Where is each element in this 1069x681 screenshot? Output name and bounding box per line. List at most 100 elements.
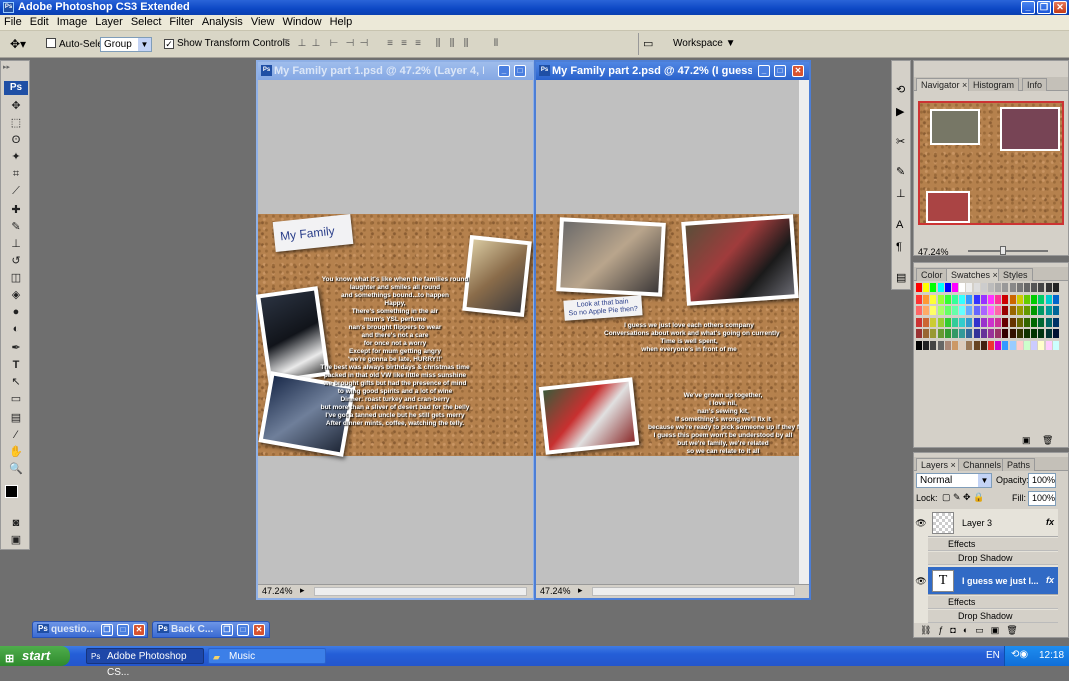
color-swatch[interactable]: [923, 329, 930, 338]
color-swatch[interactable]: [1009, 340, 1016, 350]
align-bottom-icon[interactable]: ⊥: [310, 38, 322, 50]
layer-comps-icon[interactable]: ▤: [896, 271, 906, 284]
color-swatch[interactable]: [937, 317, 944, 327]
brush-tool-icon[interactable]: ✎: [8, 220, 24, 234]
color-swatch[interactable]: [1024, 306, 1030, 315]
character-icon[interactable]: A: [896, 219, 903, 231]
color-swatch[interactable]: [930, 283, 937, 292]
color-swatch[interactable]: [966, 294, 973, 304]
color-swatch[interactable]: [1045, 329, 1052, 338]
taskbar-item-music[interactable]: ▰ Music: [208, 648, 326, 664]
color-swatch[interactable]: [980, 283, 987, 292]
distribute-right-icon[interactable]: ⫼: [460, 38, 472, 50]
color-swatch[interactable]: [952, 306, 958, 315]
clone-source-icon[interactable]: ⊥: [896, 187, 906, 200]
eye-icon[interactable]: 👁: [914, 518, 928, 529]
color-swatch[interactable]: [966, 340, 973, 350]
color-swatch[interactable]: [1024, 329, 1030, 338]
maximize-icon[interactable]: □: [514, 65, 526, 77]
distribute-bottom-icon[interactable]: ≡: [412, 38, 424, 50]
maximize-icon[interactable]: □: [117, 624, 129, 636]
color-swatch[interactable]: [1038, 294, 1045, 304]
vertical-scrollbar[interactable]: [799, 80, 809, 584]
color-swatch[interactable]: [988, 329, 994, 338]
marquee-tool-icon[interactable]: ⬚: [8, 116, 24, 130]
color-swatch[interactable]: [916, 306, 922, 315]
align-right-icon[interactable]: ⊣: [358, 38, 370, 50]
minimized-window-1[interactable]: Ps questio... ❐ □ ✕: [32, 621, 148, 638]
color-swatch[interactable]: [1002, 283, 1009, 292]
fill-input[interactable]: 100%: [1028, 491, 1056, 506]
color-swatch[interactable]: [1038, 329, 1045, 338]
color-swatch[interactable]: [1045, 306, 1052, 315]
layer-row-text[interactable]: T I guess we just l... fx: [928, 567, 1058, 595]
color-swatch[interactable]: [973, 329, 980, 338]
taskbar-item-photoshop[interactable]: Ps Adobe Photoshop CS...: [86, 648, 204, 678]
color-swatch[interactable]: [952, 329, 958, 338]
color-swatch[interactable]: [944, 340, 951, 350]
close-icon[interactable]: ✕: [792, 65, 804, 77]
color-swatch[interactable]: [1031, 283, 1038, 292]
tab-histogram[interactable]: Histogram: [968, 78, 1020, 91]
zoom-slider[interactable]: [968, 250, 1048, 252]
color-swatch[interactable]: [966, 329, 973, 338]
brushes-icon[interactable]: ✎: [896, 165, 905, 178]
canvas-area[interactable]: My Family You know what it's like when t…: [256, 80, 533, 584]
drop-shadow-row[interactable]: Drop Shadow: [928, 552, 1058, 565]
color-swatch[interactable]: [1009, 306, 1016, 315]
color-swatch[interactable]: [916, 340, 922, 350]
restore-icon[interactable]: ❐: [221, 624, 233, 636]
color-swatch[interactable]: [1016, 294, 1023, 304]
tab-color[interactable]: Color: [916, 268, 948, 281]
paint-bucket-icon[interactable]: ◈: [8, 288, 24, 302]
status-menu-icon[interactable]: ▸: [578, 585, 583, 596]
color-swatch[interactable]: [995, 340, 1002, 350]
lock-icons[interactable]: ▢ ✎ ✥ 🔒: [942, 492, 984, 503]
color-swatch[interactable]: [1031, 306, 1038, 315]
history-brush-icon[interactable]: ↺: [8, 254, 24, 268]
healing-tool-icon[interactable]: ✚: [8, 203, 24, 217]
color-swatch[interactable]: [916, 317, 922, 327]
color-swatch[interactable]: [944, 329, 951, 338]
horizontal-scrollbar[interactable]: [314, 587, 527, 596]
path-select-icon[interactable]: ↖: [8, 375, 24, 389]
status-menu-icon[interactable]: ▸: [300, 585, 305, 596]
color-swatch[interactable]: [966, 317, 973, 327]
tab-navigator[interactable]: Navigator ×: [916, 78, 973, 91]
color-swatch[interactable]: [1031, 340, 1038, 350]
color-swatch[interactable]: [937, 283, 944, 292]
color-swatch[interactable]: [995, 306, 1002, 315]
eraser-tool-icon[interactable]: ◫: [8, 271, 24, 285]
color-swatch[interactable]: [959, 329, 966, 338]
language-indicator[interactable]: EN: [986, 650, 1000, 661]
color-swatch[interactable]: [995, 294, 1002, 304]
actions-icon[interactable]: ▶: [896, 105, 904, 118]
menu-layer[interactable]: Layer: [91, 15, 127, 29]
color-swatch[interactable]: [966, 306, 973, 315]
menu-edit[interactable]: Edit: [26, 15, 53, 29]
minimized-window-2[interactable]: Ps Back C... ❐ □ ✕: [152, 621, 270, 638]
color-swatch[interactable]: [973, 306, 980, 315]
color-swatch[interactable]: [1024, 294, 1030, 304]
color-swatch[interactable]: [959, 340, 966, 350]
zoom-tool-icon[interactable]: 🔍: [8, 462, 24, 476]
align-top-icon[interactable]: ⊤: [280, 38, 292, 50]
pen-tool-icon[interactable]: ✒: [8, 341, 24, 355]
color-swatch[interactable]: [988, 294, 994, 304]
align-hcenter-icon[interactable]: ⊣: [344, 38, 356, 50]
color-swatch[interactable]: [944, 294, 951, 304]
maximize-icon[interactable]: □: [237, 624, 249, 636]
color-swatch[interactable]: [1016, 283, 1023, 292]
color-swatch[interactable]: [923, 317, 930, 327]
color-swatch[interactable]: [988, 340, 994, 350]
new-swatch-icon[interactable]: ▣: [1022, 435, 1031, 446]
color-swatch[interactable]: [952, 317, 958, 327]
dodge-tool-icon[interactable]: ◐: [8, 322, 24, 336]
color-swatch[interactable]: [1016, 329, 1023, 338]
color-swatch[interactable]: [995, 329, 1002, 338]
align-vcenter-icon[interactable]: ⊥: [296, 38, 308, 50]
menu-image[interactable]: Image: [53, 15, 92, 29]
color-swatch[interactable]: [944, 306, 951, 315]
navigator-preview[interactable]: [918, 101, 1064, 225]
color-swatch[interactable]: [980, 340, 987, 350]
